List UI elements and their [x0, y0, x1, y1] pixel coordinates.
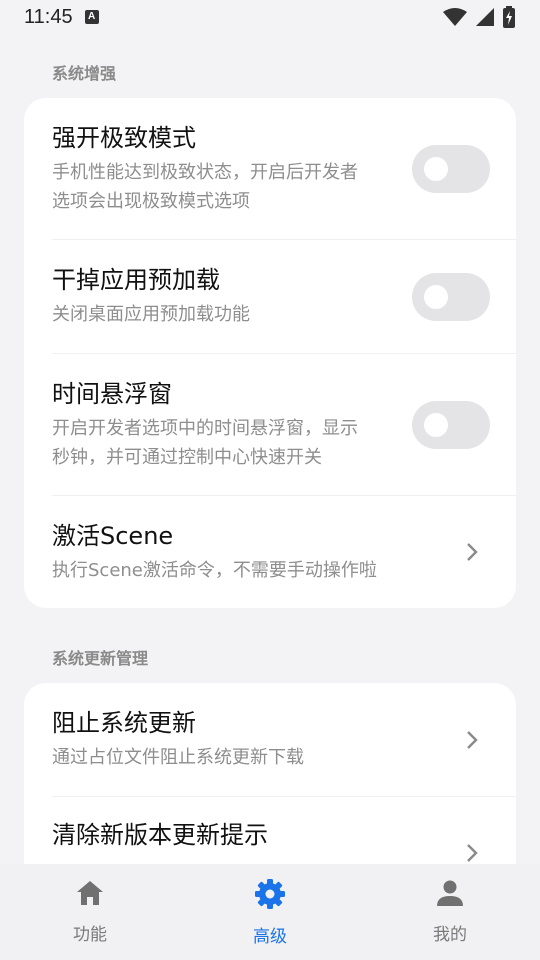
toggle-knob — [424, 156, 448, 181]
row-desc: 开启开发者选项中的时间悬浮窗，显示 秒钟，并可通过控制中心快速开关 — [52, 414, 396, 472]
row-title: 时间悬浮窗 — [52, 379, 172, 408]
home-icon — [77, 881, 103, 905]
toggle-knob — [424, 284, 448, 309]
section-title-system-enhance: 系统增强 — [52, 64, 117, 83]
desc-line: 通过占位文件阻止系统更新下载 — [52, 747, 304, 768]
nav-label: 高级 — [253, 927, 287, 947]
row-title: 阻止系统更新 — [52, 709, 196, 737]
wifi-icon — [443, 8, 467, 26]
nav-label: 我的 — [433, 925, 467, 945]
row-clear-update-prompt[interactable]: 清除新版本更新提示 — [52, 797, 516, 864]
row-title: 强开极致模式 — [52, 123, 196, 152]
row-activate-scene[interactable]: 激活Scene 执行Scene激活命令，不需要手动操作啦 — [52, 496, 516, 608]
desc-line: 关闭桌面应用预加载功能 — [52, 304, 250, 325]
chevron-right-icon — [467, 730, 478, 749]
row-desc: 手机性能达到极致状态，开启后开发者 选项会出现极致模式选项 — [52, 158, 396, 216]
row-block-system-update[interactable]: 阻止系统更新 通过占位文件阻止系统更新下载 — [52, 683, 516, 797]
desc-line: 开启开发者选项中的时间悬浮窗，显示 — [52, 417, 358, 439]
status-icons — [442, 6, 516, 28]
extreme-mode-toggle[interactable] — [412, 144, 490, 193]
desc-line: 执行Scene激活命令，不需要手动操作啦 — [52, 559, 377, 581]
time-float-window-toggle[interactable] — [412, 400, 490, 449]
row-time-float-window[interactable]: 时间悬浮窗 开启开发者选项中的时间悬浮窗，显示 秒钟，并可通过控制中心快速开关 — [52, 354, 516, 496]
section-title-update-management: 系统更新管理 — [52, 649, 149, 668]
nav-item-features[interactable]: 功能 — [0, 864, 180, 960]
row-desc: 执行Scene激活命令，不需要手动操作啦 — [52, 556, 446, 585]
card-update-management: 阻止系统更新 通过占位文件阻止系统更新下载 清除新版本更新提示 — [24, 683, 516, 864]
person-icon — [437, 880, 463, 906]
nav-label: 功能 — [73, 925, 107, 945]
row-title: 干掉应用预加载 — [52, 266, 220, 294]
nav-item-mine[interactable]: 我的 — [360, 864, 540, 960]
desc-line: 选项会出现极致模式选项 — [52, 190, 250, 212]
gear-icon — [255, 879, 285, 909]
kill-preload-toggle[interactable] — [412, 272, 490, 321]
battery-charging-icon — [503, 6, 515, 28]
row-title: 激活Scene — [52, 521, 174, 550]
card-system-enhance: 强开极致模式 手机性能达到极致状态，开启后开发者 选项会出现极致模式选项 干掉应… — [24, 98, 516, 608]
desc-line: 秒钟，并可通过控制中心快速开关 — [52, 446, 322, 468]
chevron-right-icon — [467, 844, 478, 862]
row-title: 清除新版本更新提示 — [52, 821, 268, 849]
content-scroll[interactable]: 系统增强 强开极致模式 手机性能达到极致状态，开启后开发者 选项会出现极致模式选… — [0, 34, 540, 864]
status-bar: 11:45 A — [0, 0, 540, 34]
row-desc: 通过占位文件阻止系统更新下载 — [52, 743, 446, 772]
desc-line: 手机性能达到极致状态，开启后开发者 — [52, 161, 358, 183]
row-extreme-mode[interactable]: 强开极致模式 手机性能达到极致状态，开启后开发者 选项会出现极致模式选项 — [52, 98, 516, 240]
row-kill-preload[interactable]: 干掉应用预加载 关闭桌面应用预加载功能 — [52, 240, 516, 354]
a-icon: A — [84, 10, 99, 24]
signal-icon — [476, 8, 494, 26]
row-desc: 关闭桌面应用预加载功能 — [52, 300, 396, 329]
toggle-knob — [424, 412, 448, 437]
chevron-right-icon — [467, 543, 478, 561]
status-time: 11:45 — [24, 5, 73, 28]
bottom-nav: 功能 高级 我的 — [0, 864, 540, 960]
nav-item-advanced[interactable]: 高级 — [180, 864, 360, 960]
